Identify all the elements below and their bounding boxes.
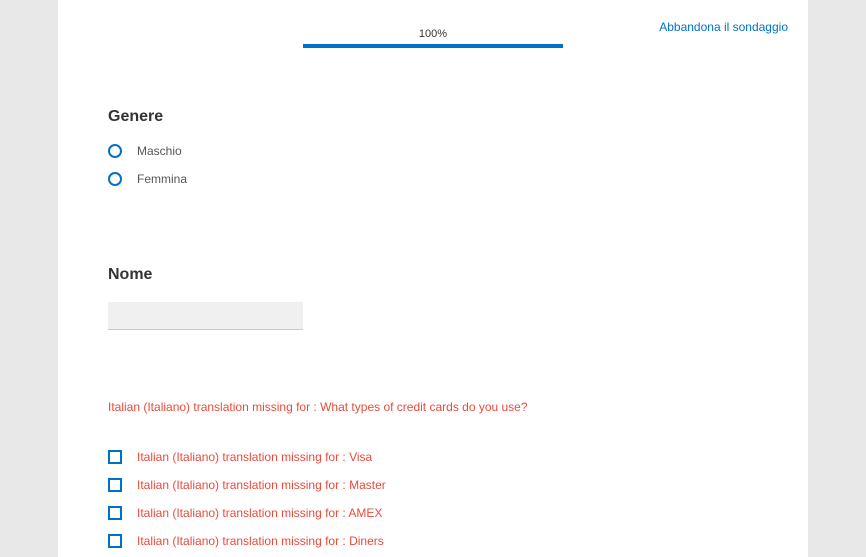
question-gender: Genere Maschio Femmina — [108, 108, 758, 186]
checkbox-option-diners[interactable]: Italian (Italiano) translation missing f… — [108, 534, 758, 548]
option-label: Femmina — [137, 172, 187, 186]
checkbox-icon — [108, 506, 122, 520]
question-title-error: Italian (Italiano) translation missing f… — [108, 400, 758, 414]
checkbox-option-master[interactable]: Italian (Italiano) translation missing f… — [108, 478, 758, 492]
question-creditcards: Italian (Italiano) translation missing f… — [108, 400, 758, 548]
option-label: Italian (Italiano) translation missing f… — [137, 450, 372, 464]
checkbox-icon — [108, 450, 122, 464]
option-label: Italian (Italiano) translation missing f… — [137, 506, 382, 520]
checkbox-option-visa[interactable]: Italian (Italiano) translation missing f… — [108, 450, 758, 464]
question-title: Genere — [108, 108, 758, 126]
radio-icon — [108, 172, 122, 186]
checkbox-icon — [108, 534, 122, 548]
survey-container: Abbandona il sondaggio 100% Genere Masch… — [58, 0, 808, 557]
question-title: Nome — [108, 266, 758, 284]
abandon-survey-link[interactable]: Abbandona il sondaggio — [659, 20, 788, 34]
option-label: Italian (Italiano) translation missing f… — [137, 534, 384, 548]
checkbox-icon — [108, 478, 122, 492]
checkbox-option-amex[interactable]: Italian (Italiano) translation missing f… — [108, 506, 758, 520]
radio-icon — [108, 144, 122, 158]
radio-option-female[interactable]: Femmina — [108, 172, 758, 186]
progress-bar — [303, 44, 563, 48]
option-label: Maschio — [137, 144, 182, 158]
radio-option-male[interactable]: Maschio — [108, 144, 758, 158]
name-input[interactable] — [108, 302, 303, 330]
question-name: Nome — [108, 266, 758, 330]
option-label: Italian (Italiano) translation missing f… — [137, 478, 386, 492]
